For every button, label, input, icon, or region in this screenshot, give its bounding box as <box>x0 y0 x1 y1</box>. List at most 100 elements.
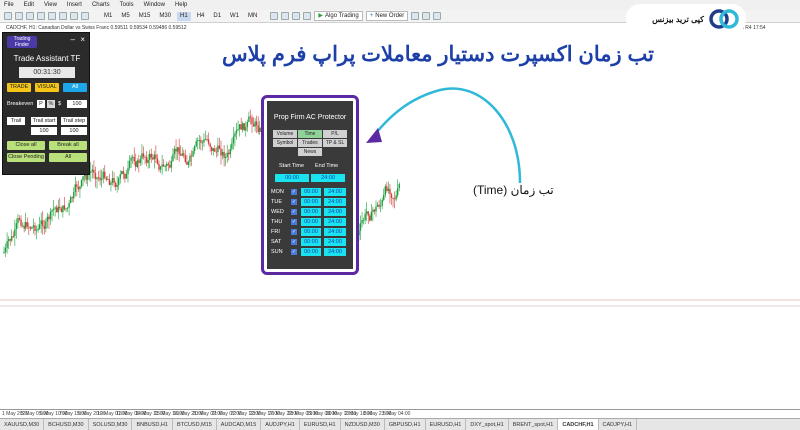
day-start-input[interactable]: 00:00 <box>301 228 321 236</box>
visual-mode-button[interactable]: VISUAL <box>35 83 59 92</box>
menu-tools[interactable]: Tools <box>120 2 134 8</box>
symbol-tab[interactable]: CADCHF,H1 <box>558 419 599 430</box>
trade-mode-button[interactable]: TRADE <box>7 83 31 92</box>
price-chart[interactable] <box>0 23 800 409</box>
day-end-input[interactable]: 24:00 <box>324 198 346 206</box>
signals-icon[interactable] <box>433 12 442 20</box>
breakeven-input[interactable]: 100 <box>67 100 87 108</box>
tab-time[interactable]: Time <box>298 130 322 138</box>
day-end-input[interactable]: 24:00 <box>324 188 346 196</box>
tf-h1[interactable]: H1 <box>177 11 191 21</box>
line-tool-icon[interactable] <box>70 12 78 20</box>
zoom-out-icon[interactable] <box>292 12 301 20</box>
symbol-tab[interactable]: BNBUSD,H1 <box>132 419 173 430</box>
day-end-input[interactable]: 24:00 <box>324 208 346 216</box>
break-all-button[interactable]: Break all <box>49 141 87 150</box>
menu-file[interactable]: File <box>4 2 14 8</box>
breakeven-points-toggle[interactable]: P <box>37 100 45 108</box>
all-mode-button[interactable]: All <box>63 83 87 92</box>
tf-m5[interactable]: M5 <box>118 12 132 21</box>
day-enabled-checkbox[interactable]: ✓ <box>291 189 297 195</box>
close-icon[interactable]: × <box>80 35 85 44</box>
text-tool-icon[interactable] <box>81 12 89 20</box>
symbol-tab[interactable]: NZDUSD,M30 <box>341 419 385 430</box>
breakeven-percent-toggle[interactable]: % <box>47 100 55 108</box>
day-end-input[interactable]: 24:00 <box>324 248 346 256</box>
profiles-icon[interactable] <box>15 12 23 20</box>
cursor-icon[interactable] <box>48 12 56 20</box>
tf-m1[interactable]: M1 <box>101 12 115 21</box>
symbol-tab[interactable]: BCHUSD,M30 <box>44 419 89 430</box>
day-end-input[interactable]: 24:00 <box>324 228 346 236</box>
end-time-input[interactable]: 24:00 <box>311 174 345 182</box>
day-enabled-checkbox[interactable]: ✓ <box>291 249 297 255</box>
day-start-input[interactable]: 00:00 <box>301 198 321 206</box>
new-chart-icon[interactable] <box>4 12 12 20</box>
zoom-in-icon[interactable] <box>281 12 290 20</box>
all-pending-button[interactable]: All <box>49 153 87 162</box>
start-time-input[interactable]: 00:00 <box>275 174 309 182</box>
symbol-tab[interactable]: DXY_spot,H1 <box>466 419 509 430</box>
time-axis-tick: 5 May 04:00 <box>382 411 411 417</box>
symbol-tab[interactable]: EURUSD,H1 <box>300 419 341 430</box>
tf-w1[interactable]: W1 <box>227 12 242 21</box>
day-start-input[interactable]: 00:00 <box>301 188 321 196</box>
symbol-tab[interactable]: XAUUSD,M30 <box>0 419 45 430</box>
day-enabled-checkbox[interactable]: ✓ <box>291 209 297 215</box>
symbol-tab[interactable]: GBPUSD,H1 <box>385 419 426 430</box>
close-all-button[interactable]: Close all <box>7 141 45 150</box>
chart-type-icon[interactable] <box>270 12 279 20</box>
close-pending-button[interactable]: Close Pending <box>7 153 45 162</box>
day-enabled-checkbox[interactable]: ✓ <box>291 219 297 225</box>
market-watch-icon[interactable] <box>26 12 34 20</box>
tf-m30[interactable]: M30 <box>156 12 174 21</box>
tab-pl[interactable]: P/L <box>323 130 347 138</box>
tf-h4[interactable]: H4 <box>194 12 208 21</box>
minimize-icon[interactable]: – <box>71 35 75 44</box>
symbol-tab[interactable]: BRENT_spot,H1 <box>509 419 559 430</box>
tf-mn[interactable]: MN <box>245 12 260 21</box>
symbol-tab[interactable]: AUDCAD,M15 <box>217 419 262 430</box>
candle-body <box>69 197 72 204</box>
day-end-input[interactable]: 24:00 <box>324 238 346 246</box>
menu-view[interactable]: View <box>44 2 57 8</box>
tab-volume[interactable]: Volume <box>273 130 297 138</box>
grid-icon[interactable] <box>303 12 312 20</box>
crosshair-icon[interactable] <box>59 12 67 20</box>
candle-body <box>195 141 197 147</box>
tab-trades[interactable]: Trades <box>298 139 322 147</box>
symbol-tab[interactable]: BTCUSD,M15 <box>173 419 217 430</box>
day-start-input[interactable]: 00:00 <box>301 218 321 226</box>
candle-body <box>209 143 211 148</box>
trail-step-input[interactable]: 100 <box>61 127 87 135</box>
menu-window[interactable]: Window <box>144 2 165 8</box>
menu-insert[interactable]: Insert <box>67 2 82 8</box>
day-enabled-checkbox[interactable]: ✓ <box>291 239 297 245</box>
day-start-input[interactable]: 00:00 <box>301 208 321 216</box>
new-order-button[interactable]: + New Order <box>365 11 409 21</box>
trail-button[interactable]: Trail <box>7 117 25 125</box>
tf-m15[interactable]: M15 <box>136 12 154 21</box>
menu-help[interactable]: Help <box>175 2 187 8</box>
templates-icon[interactable] <box>422 12 431 20</box>
symbol-tab[interactable]: SOLUSD,M30 <box>89 419 133 430</box>
symbol-tab[interactable]: CADJPY,H1 <box>599 419 638 430</box>
trail-start-input[interactable]: 100 <box>31 127 57 135</box>
algo-trading-button[interactable]: ▶ Algo Trading <box>314 11 363 21</box>
tab-symbol[interactable]: Symbol <box>273 139 297 147</box>
tab-news[interactable]: News <box>298 148 322 156</box>
day-start-input[interactable]: 00:00 <box>301 248 321 256</box>
day-enabled-checkbox[interactable]: ✓ <box>291 199 297 205</box>
candle-body <box>114 183 117 187</box>
symbol-tab[interactable]: EURUSD,H1 <box>426 419 467 430</box>
menu-edit[interactable]: Edit <box>24 2 34 8</box>
indicators-icon[interactable] <box>411 12 420 20</box>
menu-charts[interactable]: Charts <box>92 2 110 8</box>
tab-tp-sl[interactable]: TP & SL <box>323 139 347 147</box>
day-enabled-checkbox[interactable]: ✓ <box>291 229 297 235</box>
tf-d1[interactable]: D1 <box>210 12 224 21</box>
symbol-tab[interactable]: AUDJPY,H1 <box>261 419 300 430</box>
day-end-input[interactable]: 24:00 <box>324 218 346 226</box>
day-start-input[interactable]: 00:00 <box>301 238 321 246</box>
navigator-icon[interactable] <box>37 12 45 20</box>
